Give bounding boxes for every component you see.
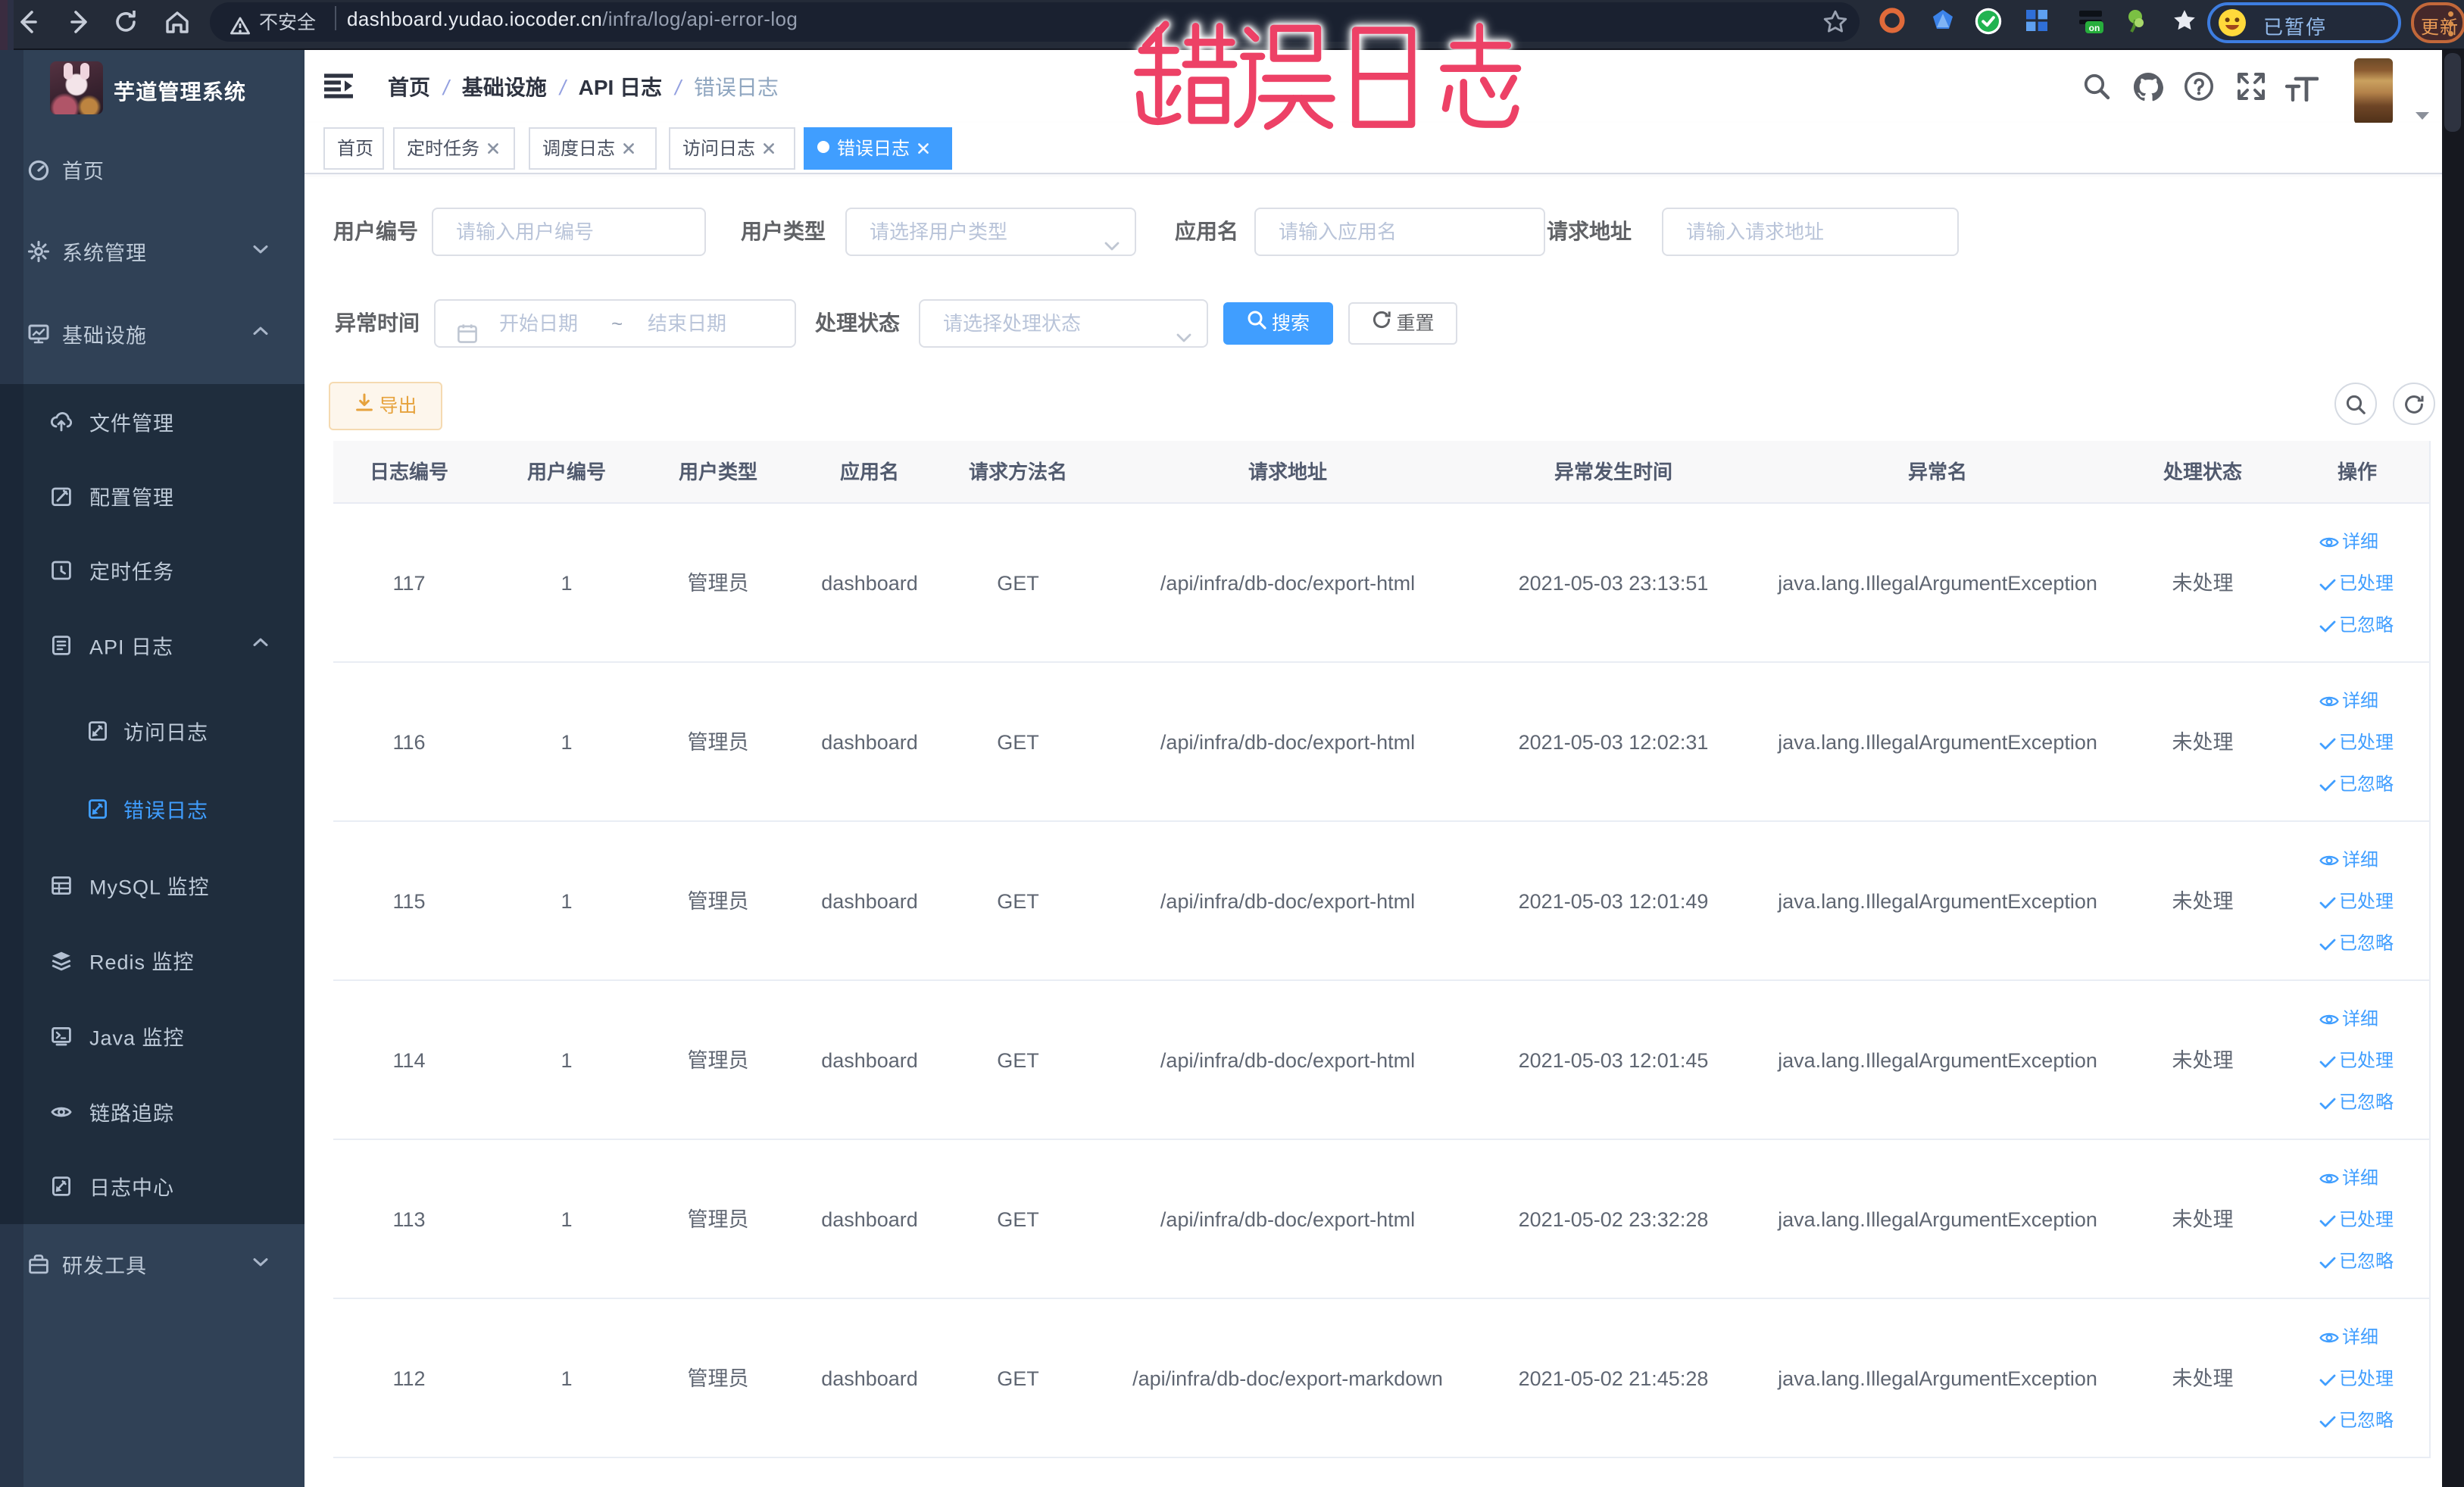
svg-text:on: on (2089, 23, 2100, 33)
